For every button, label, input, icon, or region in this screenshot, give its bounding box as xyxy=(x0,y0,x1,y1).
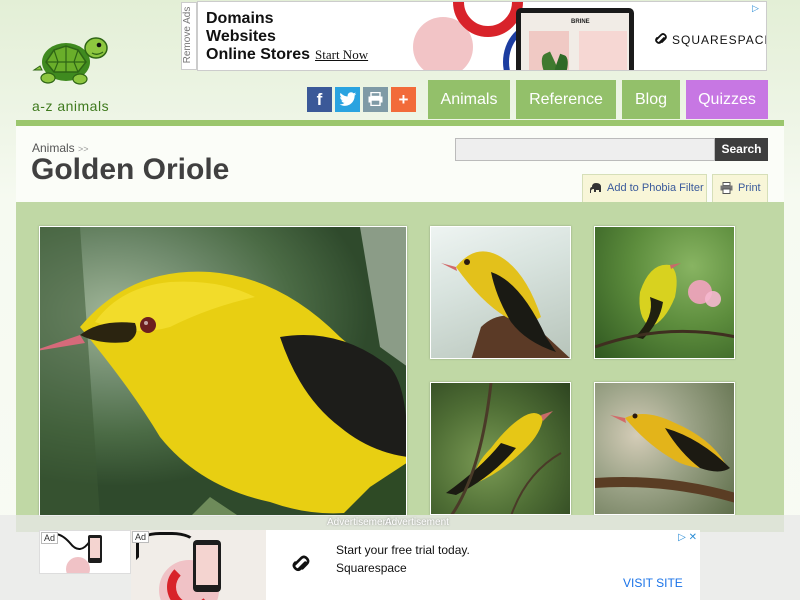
logo-text: a-z animals xyxy=(32,98,110,114)
ad-screen-brand: BRINE xyxy=(571,19,590,25)
nav-tab-animals[interactable]: Animals xyxy=(428,80,510,119)
add-to-phobia-filter-button[interactable]: Add to Phobia Filter xyxy=(582,174,707,203)
facebook-icon: f xyxy=(316,90,323,109)
print-share-button[interactable] xyxy=(363,87,388,112)
remove-ads-link[interactable]: Remove Ads xyxy=(181,2,197,70)
ad-tag: Ad xyxy=(132,531,150,543)
ad-line-websites: Websites xyxy=(206,28,276,45)
search-input[interactable] xyxy=(455,138,715,161)
printer-icon xyxy=(720,182,733,194)
more-share-button[interactable]: + xyxy=(391,87,416,112)
page-title: Golden Oriole xyxy=(31,153,230,186)
ad-line-domains: Domains xyxy=(206,10,274,27)
ad-product-image xyxy=(131,530,266,600)
oriole-thumbnail-1 xyxy=(441,251,570,358)
small-ad[interactable]: Ad xyxy=(39,530,131,574)
adchoices-icon[interactable]: ▷ ✕ xyxy=(678,532,697,543)
squarespace-logo-icon xyxy=(292,555,310,571)
remove-ads-label: Remove Ads xyxy=(182,6,193,64)
nav-tab-blog[interactable]: Blog xyxy=(622,80,680,119)
bottom-banner-ad[interactable]: Ad Start your free trial today. Squaresp… xyxy=(131,530,700,600)
nav-tab-reference[interactable]: Reference xyxy=(516,80,616,119)
ad-laptop-image: BRINE xyxy=(516,8,634,70)
adchoices-icon[interactable]: ▷ xyxy=(752,3,764,15)
ad-start-now-link[interactable]: Start Now xyxy=(315,47,368,63)
gallery-thumbnail[interactable] xyxy=(594,382,735,515)
top-banner-ad[interactable]: Domains Websites Online Stores Start Now… xyxy=(197,1,767,71)
gallery-thumbnail[interactable] xyxy=(430,382,571,515)
print-label: Print xyxy=(738,182,761,194)
oriole-thumbnail-4 xyxy=(595,413,734,503)
main-photo[interactable] xyxy=(39,226,407,516)
facebook-share-button[interactable]: f xyxy=(307,87,332,112)
search-button[interactable]: Search xyxy=(715,138,768,161)
phobia-filter-label: Add to Phobia Filter xyxy=(607,182,704,194)
ad-brand: Squarespace xyxy=(336,561,407,575)
print-icon xyxy=(368,91,383,107)
advertisement-label: Advertisement xyxy=(385,517,449,528)
golden-oriole-photo xyxy=(40,227,406,515)
ad-headline: Domains Websites Online Stores xyxy=(206,10,310,64)
ad-advertiser-name: SQUARESPACE xyxy=(672,33,767,47)
nav-tab-quizzes[interactable]: Quizzes xyxy=(686,80,768,119)
plus-icon: + xyxy=(398,90,409,109)
visit-site-button[interactable]: VISIT SITE xyxy=(623,576,683,590)
twitter-share-button[interactable] xyxy=(335,87,360,112)
ad-line-stores: Online Stores xyxy=(206,46,311,63)
ad-tag: Ad xyxy=(41,532,59,544)
elephant-icon xyxy=(590,183,601,193)
ad-headline: Start your free trial today. xyxy=(336,543,470,557)
site-logo[interactable]: a-z animals xyxy=(22,30,122,115)
turtle-icon xyxy=(32,37,108,85)
gallery-thumbnail[interactable] xyxy=(594,226,735,359)
gallery-thumbnail[interactable] xyxy=(430,226,571,359)
twitter-icon xyxy=(338,92,356,106)
squarespace-logo-icon xyxy=(655,33,667,44)
oriole-thumbnail-2 xyxy=(595,263,734,349)
advertisement-label: Advertisement xyxy=(327,517,391,528)
oriole-thumbnail-3 xyxy=(446,383,562,514)
print-button[interactable]: Print xyxy=(712,174,768,203)
